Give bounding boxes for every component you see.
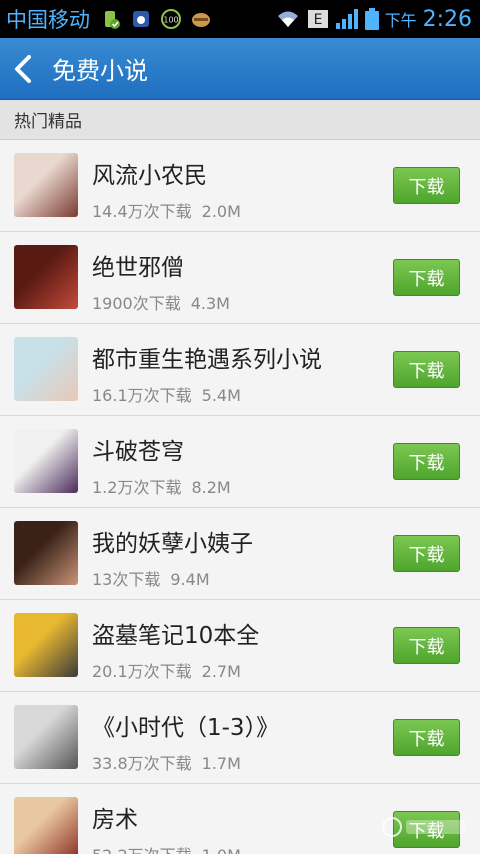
- clock: 2:26: [422, 6, 472, 32]
- wifi-icon: [277, 11, 298, 27]
- back-button[interactable]: [0, 38, 46, 100]
- book-title[interactable]: 《小时代（1-3）》: [92, 708, 279, 742]
- download-button[interactable]: 下载: [393, 535, 460, 572]
- section-header: 热门精品: [0, 100, 480, 140]
- download-count: 14.4万次下载: [92, 202, 192, 221]
- download-button[interactable]: 下载: [393, 167, 460, 204]
- notification-icons: 100: [100, 8, 212, 30]
- book-meta: 33.8万次下载 1.7M: [92, 750, 241, 774]
- list-item[interactable]: 风流小农民 14.4万次下载 2.0M 下载: [0, 140, 480, 232]
- app-notification-icon: [133, 11, 149, 27]
- book-cover-image[interactable]: [14, 705, 78, 769]
- list-item[interactable]: 《小时代（1-3）》 33.8万次下载 1.7M 下载: [0, 692, 480, 784]
- battery-icon: [364, 8, 379, 30]
- signal-icon: [335, 9, 358, 29]
- book-meta: 20.1万次下载 2.7M: [92, 658, 241, 682]
- file-size: 2.7M: [201, 662, 241, 681]
- book-cover-image[interactable]: [14, 429, 78, 493]
- baidu-watermark-logo: [382, 817, 466, 837]
- list-item[interactable]: 盗墓笔记10本全 20.1万次下载 2.7M 下载: [0, 600, 480, 692]
- book-meta: 13次下载 9.4M: [92, 566, 210, 590]
- book-title[interactable]: 我的妖孽小姨子: [92, 524, 253, 558]
- download-count: 52.2万次下载: [92, 846, 192, 854]
- list-item[interactable]: 绝世邪僧 1900次下载 4.3M 下载: [0, 232, 480, 324]
- battery-percent-icon: 100: [161, 9, 181, 29]
- book-title[interactable]: 都市重生艳遇系列小说: [92, 340, 322, 374]
- download-button[interactable]: 下载: [393, 351, 460, 388]
- book-meta: 16.1万次下载 5.4M: [92, 382, 241, 406]
- download-count: 1.2万次下载: [92, 478, 182, 497]
- file-size: 4.3M: [190, 294, 230, 313]
- status-right: E 下午 2:26: [275, 0, 472, 38]
- book-list: 风流小农民 14.4万次下载 2.0M 下载 绝世邪僧 1900次下载 4.3M 下载 都市重生…: [0, 140, 480, 854]
- usb-debug-icon: [105, 11, 120, 29]
- book-meta: 14.4万次下载 2.0M: [92, 198, 241, 222]
- book-title[interactable]: 盗墓笔记10本全: [92, 616, 259, 650]
- book-cover-image[interactable]: [14, 337, 78, 401]
- file-size: 2.0M: [201, 202, 241, 221]
- book-cover-image[interactable]: [14, 245, 78, 309]
- book-cover-image[interactable]: [14, 521, 78, 585]
- game-notification-icon: [192, 13, 210, 27]
- download-count: 33.8万次下载: [92, 754, 192, 773]
- file-size: 1.7M: [201, 754, 241, 773]
- network-type-label: E: [313, 12, 322, 28]
- file-size: 9.4M: [170, 570, 210, 589]
- file-size: 5.4M: [201, 386, 241, 405]
- download-count: 20.1万次下载: [92, 662, 192, 681]
- page-title: 免费小说: [52, 57, 148, 85]
- download-button[interactable]: 下载: [393, 719, 460, 756]
- download-count: 13次下载: [92, 570, 161, 589]
- download-button[interactable]: 下载: [393, 259, 460, 296]
- download-button[interactable]: 下载: [393, 627, 460, 664]
- list-item[interactable]: 我的妖孽小姨子 13次下载 9.4M 下载: [0, 508, 480, 600]
- book-cover-image[interactable]: [14, 153, 78, 217]
- back-arrow-icon: [15, 54, 31, 83]
- file-size: 1.0M: [202, 846, 241, 854]
- book-cover-image[interactable]: [14, 797, 78, 854]
- book-meta: 1.2万次下载 8.2M: [92, 474, 231, 498]
- download-count: 1900次下载: [92, 294, 181, 313]
- book-meta: 1900次下载 4.3M: [92, 290, 230, 314]
- book-title[interactable]: 房术: [92, 800, 138, 834]
- list-item[interactable]: 都市重生艳遇系列小说 16.1万次下载 5.4M 下载: [0, 324, 480, 416]
- download-count: 16.1万次下载: [92, 386, 192, 405]
- carrier-label: 中国移动: [6, 8, 90, 32]
- book-title[interactable]: 绝世邪僧: [92, 248, 184, 282]
- book-meta: 52.2万次下载 1.0M: [92, 842, 241, 854]
- book-title[interactable]: 风流小农民: [92, 156, 207, 190]
- section-title: 热门精品: [14, 112, 82, 132]
- network-type-icon: E: [307, 10, 328, 28]
- battery-percent-label: 100: [163, 16, 178, 25]
- status-bar: 中国移动 100 E 下午 2:26: [0, 0, 480, 38]
- title-bar: 免费小说: [0, 38, 480, 100]
- time-prefix: 下午: [384, 11, 417, 30]
- watermark: [380, 812, 472, 842]
- book-cover-image[interactable]: [14, 613, 78, 677]
- download-button[interactable]: 下载: [393, 443, 460, 480]
- file-size: 8.2M: [191, 478, 231, 497]
- book-title[interactable]: 斗破苍穹: [92, 432, 184, 466]
- list-item[interactable]: 斗破苍穹 1.2万次下载 8.2M 下载: [0, 416, 480, 508]
